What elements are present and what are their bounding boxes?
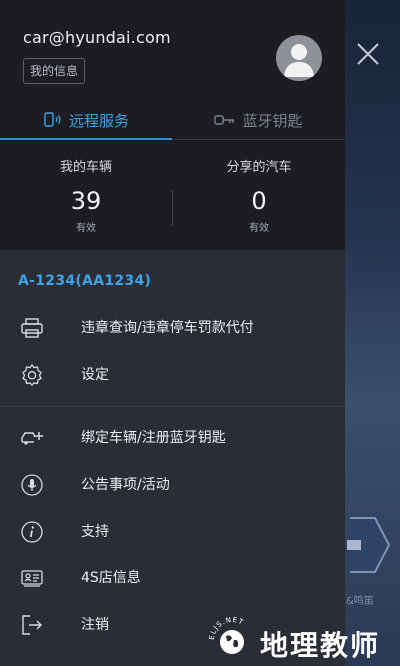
menu-item-announcements[interactable]: 公告事项/活动 bbox=[0, 462, 345, 508]
menu-item-settings[interactable]: 设定 bbox=[0, 352, 345, 398]
menu-item-dealer-info[interactable]: 4S店信息 bbox=[0, 555, 345, 601]
printer-icon bbox=[21, 318, 43, 338]
close-icon[interactable] bbox=[350, 36, 386, 72]
my-vehicles-stat[interactable]: 我的车辆 39 有效 bbox=[0, 156, 172, 234]
shared-vehicles-count: 0 bbox=[251, 187, 267, 215]
gear-icon bbox=[22, 363, 42, 386]
menu-separator bbox=[0, 406, 345, 407]
car-add-icon bbox=[21, 432, 43, 445]
vehicle-id[interactable]: A-1234(AA1234) bbox=[18, 273, 151, 289]
watermark: ELJS.NET 地理教师 bbox=[200, 612, 400, 666]
menu-item-bind-vehicle[interactable]: 绑定车辆/注册蓝牙钥匙 bbox=[0, 415, 345, 461]
account-header: car@hyundai.com 我的信息 远程服务 蓝牙钥匙 我的车辆 39 有… bbox=[0, 0, 345, 250]
menu-label-bind-vehicle: 绑定车辆/注册蓝牙钥匙 bbox=[81, 430, 226, 446]
id-card-icon bbox=[21, 570, 43, 587]
menu-label-violations: 违章查询/违章停车罚款代付 bbox=[81, 320, 254, 336]
microphone-icon bbox=[21, 474, 43, 496]
menu-label-announcements: 公告事项/活动 bbox=[81, 477, 170, 493]
menu-label-support: 支持 bbox=[81, 524, 109, 540]
my-info-button[interactable]: 我的信息 bbox=[23, 58, 86, 84]
shared-vehicles-label: 分享的汽车 bbox=[226, 160, 292, 175]
logout-icon bbox=[22, 615, 42, 635]
menu-label-logout: 注销 bbox=[81, 617, 109, 633]
menu-label-settings: 设定 bbox=[81, 367, 109, 383]
background-horn-label: &鸣笛 bbox=[346, 596, 374, 607]
shared-vehicles-status: 有效 bbox=[249, 223, 269, 234]
menu-item-violations[interactable]: 违章查询/违章停车罚款代付 bbox=[0, 305, 345, 351]
tab-remote-service-label: 远程服务 bbox=[68, 111, 129, 130]
tab-bluetooth-key-label: 蓝牙钥匙 bbox=[242, 111, 303, 130]
account-email: car@hyundai.com bbox=[23, 28, 171, 47]
tab-bluetooth-key[interactable]: 蓝牙钥匙 bbox=[172, 100, 345, 140]
navigation-drawer: car@hyundai.com 我的信息 远程服务 蓝牙钥匙 我的车辆 39 有… bbox=[0, 0, 345, 666]
user-silhouette-icon bbox=[284, 44, 314, 77]
shared-vehicles-stat[interactable]: 分享的汽车 0 有效 bbox=[173, 156, 345, 234]
phone-signal-icon bbox=[44, 112, 61, 127]
active-tab-indicator bbox=[0, 138, 172, 140]
key-icon bbox=[214, 115, 235, 125]
menu-label-dealer-info: 4S店信息 bbox=[81, 570, 141, 586]
horn-hexagon-icon[interactable] bbox=[345, 510, 390, 580]
globe-logo-icon: ELJS.NET bbox=[208, 616, 244, 654]
my-vehicles-label: 我的车辆 bbox=[59, 160, 112, 175]
info-icon bbox=[21, 521, 43, 543]
my-vehicles-count: 39 bbox=[70, 187, 102, 215]
watermark-text: 地理教师 bbox=[260, 629, 381, 662]
avatar[interactable] bbox=[276, 35, 322, 81]
my-vehicles-status: 有效 bbox=[76, 223, 96, 234]
menu-item-support[interactable]: 支持 bbox=[0, 509, 345, 555]
service-tabs: 远程服务 蓝牙钥匙 bbox=[0, 100, 345, 140]
tab-remote-service[interactable]: 远程服务 bbox=[0, 100, 172, 140]
